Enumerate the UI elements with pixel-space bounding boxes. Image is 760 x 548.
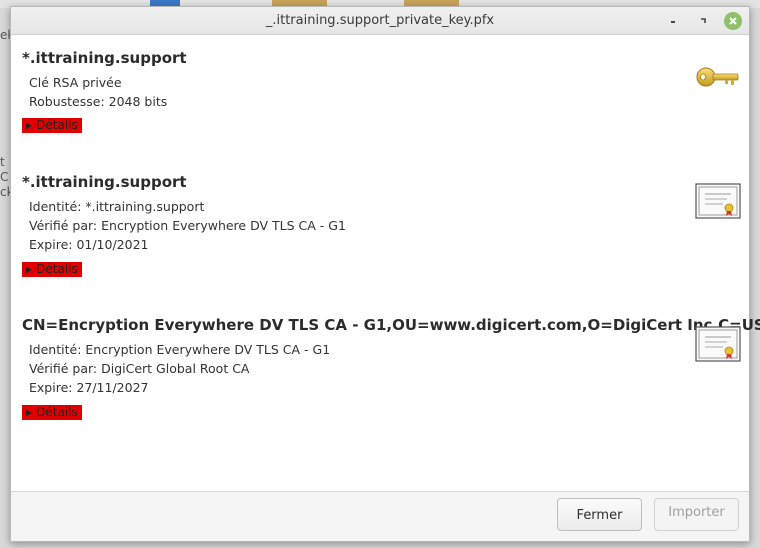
minimize-button[interactable] — [664, 12, 682, 30]
verified-by-label: Vérifié par: DigiCert Global Root CA — [29, 361, 250, 376]
item-title: *.ittraining.support — [22, 173, 187, 191]
close-icon — [729, 17, 737, 25]
key-strength-label: Robustesse: 2048 bits — [29, 94, 168, 109]
window-titlebar[interactable]: _.ittraining.support_private_key.pfx — [11, 7, 749, 35]
close-window-button[interactable] — [724, 12, 742, 30]
close-button[interactable]: Fermer — [557, 498, 642, 531]
details-label: Détails — [36, 118, 78, 132]
desktop-text-fragment: C — [0, 170, 9, 184]
minimize-icon — [671, 21, 675, 23]
details-expander[interactable]: ▶ Détails — [22, 262, 82, 277]
identity-label: Identité: *.ittraining.support — [29, 199, 205, 214]
certificate-icon — [695, 326, 741, 368]
window-title: _.ittraining.support_private_key.pfx — [265, 13, 495, 28]
item-title: CN=Encryption Everywhere DV TLS CA - G1,… — [22, 316, 760, 334]
expiry-label: Expire: 27/11/2027 — [29, 380, 149, 395]
triangle-right-icon: ▶ — [26, 265, 33, 274]
key-type-label: Clé RSA privée — [29, 75, 122, 90]
details-label: Détails — [36, 405, 78, 419]
details-expander[interactable]: ▶ Détails — [22, 118, 82, 133]
import-button[interactable]: Importer — [654, 498, 739, 531]
certificate-icon — [695, 183, 741, 225]
item-title: *.ittraining.support — [22, 49, 187, 67]
maximize-icon — [701, 18, 706, 23]
verified-by-label: Vérifié par: Encryption Everywhere DV TL… — [29, 218, 346, 233]
dialog-footer: Fermer Importer — [11, 491, 749, 541]
key-icon — [695, 63, 741, 95]
maximize-button[interactable] — [694, 12, 712, 30]
triangle-right-icon: ▶ — [26, 408, 33, 417]
import-dialog-window: _.ittraining.support_private_key.pfx *.i… — [10, 6, 760, 542]
desktop-text-fragment: t — [0, 155, 5, 169]
triangle-right-icon: ▶ — [26, 121, 33, 130]
details-label: Détails — [36, 262, 78, 276]
expiry-label: Expire: 01/10/2021 — [29, 237, 149, 252]
details-expander[interactable]: ▶ Détails — [22, 405, 82, 420]
identity-label: Identité: Encryption Everywhere DV TLS C… — [29, 342, 331, 357]
